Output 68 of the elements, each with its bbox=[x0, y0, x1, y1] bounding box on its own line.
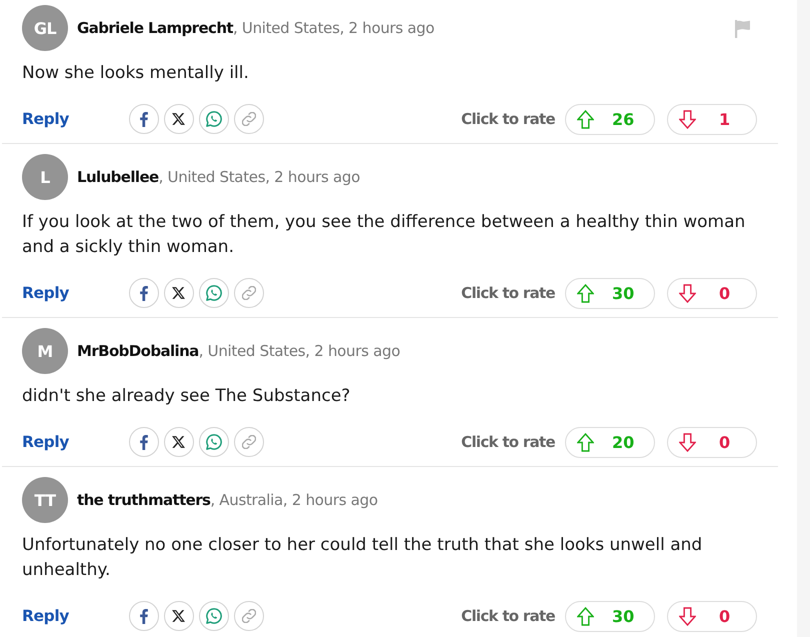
reply-link[interactable]: Reply bbox=[22, 607, 69, 625]
reply-link[interactable]: Reply bbox=[22, 284, 69, 302]
avatar: M bbox=[22, 328, 68, 374]
x-logo-icon bbox=[172, 113, 186, 125]
reply-link[interactable]: Reply bbox=[22, 433, 69, 451]
copy-link-button[interactable] bbox=[234, 427, 264, 457]
copy-link-button[interactable] bbox=[234, 601, 264, 631]
down-arrow-icon bbox=[679, 284, 696, 302]
avatar: L bbox=[22, 154, 68, 200]
down-arrow-icon bbox=[679, 606, 696, 626]
up-arrow-icon bbox=[577, 110, 594, 128]
down-arrow-icon bbox=[679, 432, 696, 452]
whatsapp-share-button[interactable] bbox=[198, 278, 229, 308]
comment-text: didn't she already see The Substance? bbox=[22, 385, 352, 408]
avatar: TT bbox=[22, 477, 68, 523]
comment-text: If you look at the two of them, you see the difference between a healthy thin woman and a sickly thin woman. bbox=[22, 211, 746, 259]
link-icon bbox=[242, 112, 256, 126]
reply-link[interactable]: Reply bbox=[22, 110, 69, 128]
down-arrow-icon bbox=[679, 110, 696, 128]
up-arrow-icon bbox=[577, 432, 594, 452]
facebook-icon bbox=[140, 608, 148, 624]
whatsapp-share-button[interactable] bbox=[198, 427, 229, 457]
upvote-button[interactable]: 20 bbox=[565, 426, 655, 458]
comment-byline: Gabriele Lamprecht, United States, 2 hours ago bbox=[77, 19, 434, 37]
facebook-share-button[interactable] bbox=[128, 278, 159, 308]
comment-text: Unfortunately no one closer to her could tell the truth that she looks unwell and unhealthy. bbox=[22, 534, 704, 582]
link-icon bbox=[242, 435, 256, 449]
x-share-button[interactable] bbox=[164, 104, 194, 134]
whatsapp-share-button[interactable] bbox=[198, 104, 229, 134]
facebook-share-button[interactable] bbox=[128, 104, 159, 134]
downvote-button[interactable]: 1 bbox=[667, 104, 757, 134]
whatsapp-icon bbox=[206, 285, 222, 301]
x-share-button[interactable] bbox=[164, 278, 194, 308]
avatar: GL bbox=[22, 5, 68, 51]
rate-label: Click to rate bbox=[461, 110, 555, 128]
comment-byline: MrBobDobalina, United States, 2 hours ago bbox=[77, 342, 400, 360]
link-icon bbox=[242, 609, 256, 623]
rate-label: Click to rate bbox=[461, 433, 555, 451]
facebook-share-button[interactable] bbox=[128, 601, 159, 631]
up-arrow-icon bbox=[577, 606, 594, 626]
comment-byline: Lulubellee, United States, 2 hours ago bbox=[77, 168, 360, 186]
rate-label: Click to rate bbox=[461, 607, 555, 625]
whatsapp-icon bbox=[206, 434, 222, 450]
comment-byline: the truthmatters, Australia, 2 hours ago bbox=[77, 491, 378, 509]
up-arrow-icon bbox=[577, 284, 594, 302]
x-share-button[interactable] bbox=[164, 427, 194, 457]
upvote-button[interactable]: 26 bbox=[565, 104, 655, 134]
downvote-button[interactable]: 0 bbox=[667, 426, 757, 458]
downvote-button[interactable]: 0 bbox=[667, 278, 757, 308]
rate-label: Click to rate bbox=[461, 284, 555, 302]
whatsapp-icon bbox=[206, 608, 222, 624]
comment-text: Now she looks mentally ill. bbox=[22, 62, 250, 85]
whatsapp-icon bbox=[206, 111, 222, 127]
upvote-button[interactable]: 30 bbox=[565, 600, 655, 632]
copy-link-button[interactable] bbox=[234, 278, 264, 308]
facebook-share-button[interactable] bbox=[128, 427, 159, 457]
whatsapp-share-button[interactable] bbox=[198, 601, 229, 631]
downvote-button[interactable]: 0 bbox=[667, 600, 757, 632]
link-icon bbox=[242, 286, 256, 300]
facebook-icon bbox=[140, 434, 148, 450]
x-logo-icon bbox=[172, 436, 186, 448]
facebook-icon bbox=[140, 286, 148, 300]
copy-link-button[interactable] bbox=[234, 104, 264, 134]
x-share-button[interactable] bbox=[164, 601, 194, 631]
upvote-button[interactable]: 30 bbox=[565, 278, 655, 308]
x-logo-icon bbox=[172, 287, 186, 299]
x-logo-icon bbox=[172, 610, 186, 622]
facebook-icon bbox=[140, 112, 148, 126]
